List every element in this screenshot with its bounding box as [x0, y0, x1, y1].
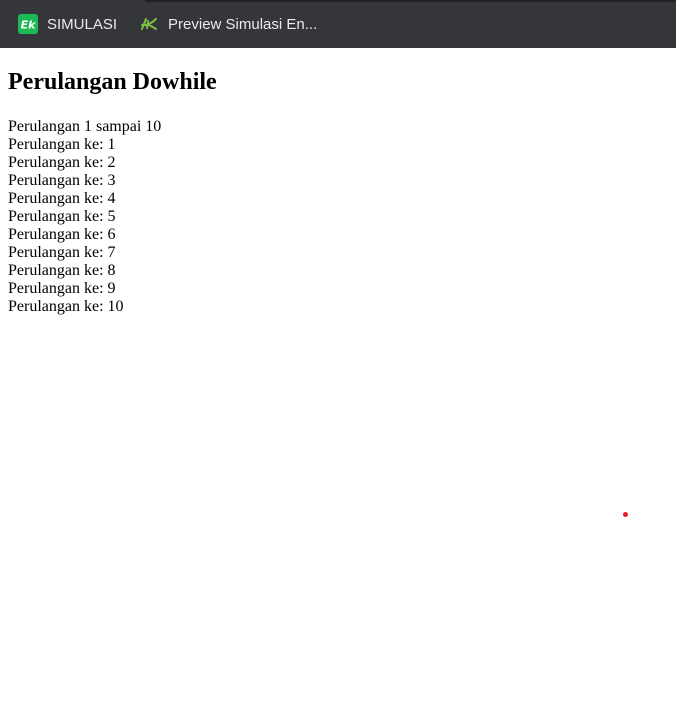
bookmark-label: Preview Simulasi En... — [168, 15, 318, 33]
loop-line: Perulangan ke: 10 — [8, 298, 124, 315]
cursor-dot — [623, 512, 628, 517]
loop-line: Perulangan ke: 2 — [8, 154, 116, 171]
bar-top-divider — [145, 0, 676, 2]
page-content: Perulangan Dowhile Perulangan 1 sampai 1… — [0, 68, 676, 316]
output-lines: Perulangan 1 sampai 10 Perulangan ke: 1P… — [8, 118, 668, 316]
loop-line: Perulangan ke: 4 — [8, 190, 116, 207]
loop-line: Perulangan ke: 5 — [8, 208, 116, 225]
loop-line: Perulangan ke: 3 — [8, 172, 116, 189]
bookmarks-bar: Ek SIMULASI Preview Simulasi En... — [0, 0, 676, 48]
intro-line: Perulangan 1 sampai 10 — [8, 118, 162, 135]
svg-text:Ek: Ek — [21, 19, 37, 32]
loop-line: Perulangan ke: 8 — [8, 262, 116, 279]
loop-line: Perulangan ke: 9 — [8, 280, 116, 297]
bookmark-preview-simulasi[interactable]: Preview Simulasi En... — [129, 8, 327, 40]
loop-line: Perulangan ke: 1 — [8, 136, 116, 153]
bookmark-simulasi[interactable]: Ek SIMULASI — [8, 8, 127, 40]
ek-script-logo-icon — [141, 18, 158, 30]
ek-logo-icon: Ek — [18, 14, 38, 34]
loop-line: Perulangan ke: 7 — [8, 244, 116, 261]
bookmark-label: SIMULASI — [47, 15, 118, 33]
page-heading: Perulangan Dowhile — [8, 69, 217, 95]
loop-line: Perulangan ke: 6 — [8, 226, 116, 243]
